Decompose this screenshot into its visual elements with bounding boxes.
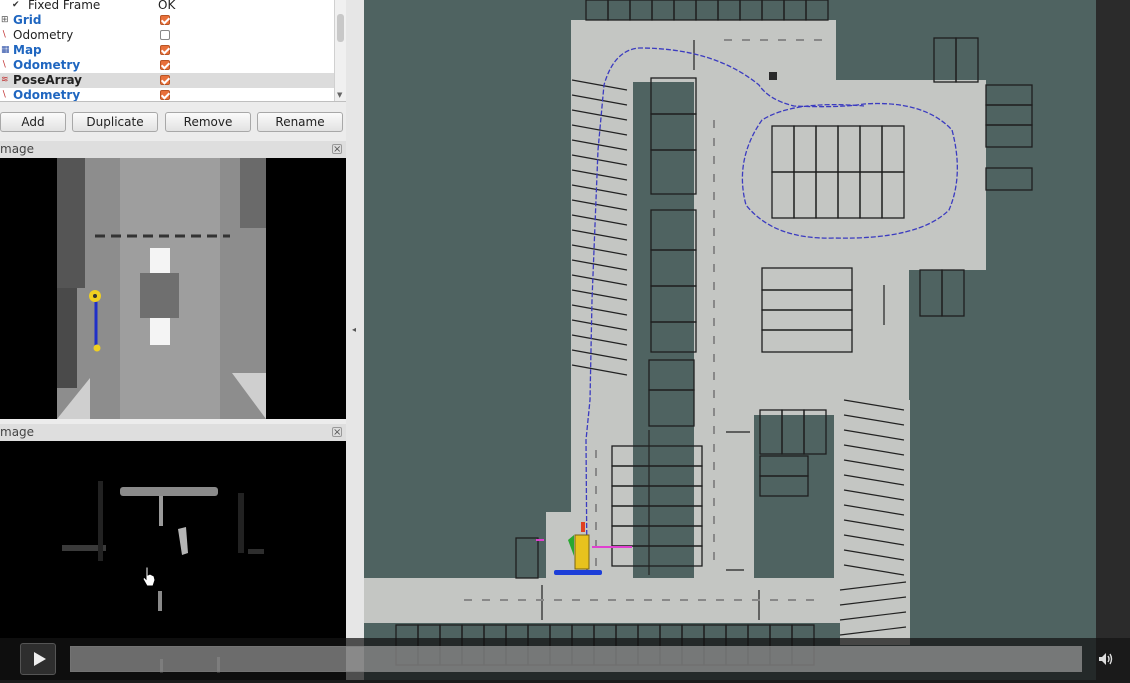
display-name: Grid bbox=[13, 13, 42, 27]
image-panel-title: mage bbox=[0, 425, 35, 439]
enable-checkbox[interactable] bbox=[160, 30, 170, 40]
check-icon: ✔ bbox=[12, 0, 20, 10]
remove-button[interactable]: Remove bbox=[165, 112, 251, 132]
display-name: Odometry bbox=[13, 58, 81, 72]
map-view-3d[interactable] bbox=[364, 0, 1096, 680]
mouse-cursor-icon bbox=[142, 566, 156, 587]
pose-array-icon: ≋ bbox=[1, 75, 9, 85]
scroll-down-icon[interactable]: ▼ bbox=[337, 91, 342, 99]
display-name: Odometry bbox=[13, 88, 81, 102]
display-row-odometry[interactable]: ∖ Odometry bbox=[0, 58, 334, 73]
displays-scrollbar[interactable]: ▼ bbox=[334, 0, 346, 101]
play-icon[interactable] bbox=[20, 643, 56, 675]
odometry-icon: ∖ bbox=[1, 90, 7, 100]
enable-checkbox[interactable] bbox=[160, 90, 170, 100]
camera-image bbox=[0, 158, 346, 419]
grid-icon: ⊞ bbox=[1, 15, 9, 25]
enable-checkbox[interactable] bbox=[160, 15, 170, 25]
volume-icon[interactable] bbox=[1097, 651, 1113, 667]
camera-image-view bbox=[0, 158, 346, 419]
add-button[interactable]: Add bbox=[0, 112, 66, 132]
display-row-odometry[interactable]: ∖ Odometry bbox=[0, 88, 334, 102]
display-row-grid[interactable]: ⊞ Grid bbox=[0, 13, 334, 28]
display-name: PoseArray bbox=[13, 73, 82, 87]
close-icon[interactable]: × bbox=[332, 427, 342, 438]
odometry-icon: ∖ bbox=[1, 60, 7, 70]
enable-checkbox[interactable] bbox=[160, 75, 170, 85]
image-panel-title: mage bbox=[0, 142, 35, 156]
display-name: Map bbox=[13, 43, 42, 57]
duplicate-button[interactable]: Duplicate bbox=[72, 112, 158, 132]
display-status: OK bbox=[158, 0, 176, 12]
dock-splitter[interactable]: ◂ bbox=[346, 0, 364, 680]
video-timeline[interactable] bbox=[70, 646, 1082, 672]
left-dock: ✔ Fixed Frame OK ⊞ Grid ∖ Odometry ▦ Map… bbox=[0, 0, 346, 680]
display-row-fixed-frame[interactable]: ✔ Fixed Frame OK bbox=[0, 0, 334, 13]
image-panel-title-bar: mage × bbox=[0, 141, 346, 158]
image-panel-title-bar: mage × bbox=[0, 424, 346, 441]
map-icon: ▦ bbox=[1, 45, 10, 55]
close-icon[interactable]: × bbox=[332, 144, 342, 155]
window-edge bbox=[1096, 0, 1130, 680]
enable-checkbox[interactable] bbox=[160, 45, 170, 55]
rename-button[interactable]: Rename bbox=[257, 112, 343, 132]
display-row-map[interactable]: ▦ Map bbox=[0, 43, 334, 58]
occupancy-grid-map[interactable] bbox=[364, 0, 1096, 680]
display-name: Odometry bbox=[13, 28, 74, 42]
display-row-odometry[interactable]: ∖ Odometry bbox=[0, 28, 334, 43]
enable-checkbox[interactable] bbox=[160, 60, 170, 70]
display-row-posearray[interactable]: ≋ PoseArray bbox=[0, 73, 334, 88]
collapse-left-icon[interactable]: ◂ bbox=[352, 325, 356, 334]
displays-tree: ✔ Fixed Frame OK ⊞ Grid ∖ Odometry ▦ Map… bbox=[0, 0, 346, 102]
display-name: Fixed Frame bbox=[28, 0, 101, 12]
odometry-icon: ∖ bbox=[1, 30, 7, 40]
scrollbar-thumb[interactable] bbox=[337, 14, 344, 42]
